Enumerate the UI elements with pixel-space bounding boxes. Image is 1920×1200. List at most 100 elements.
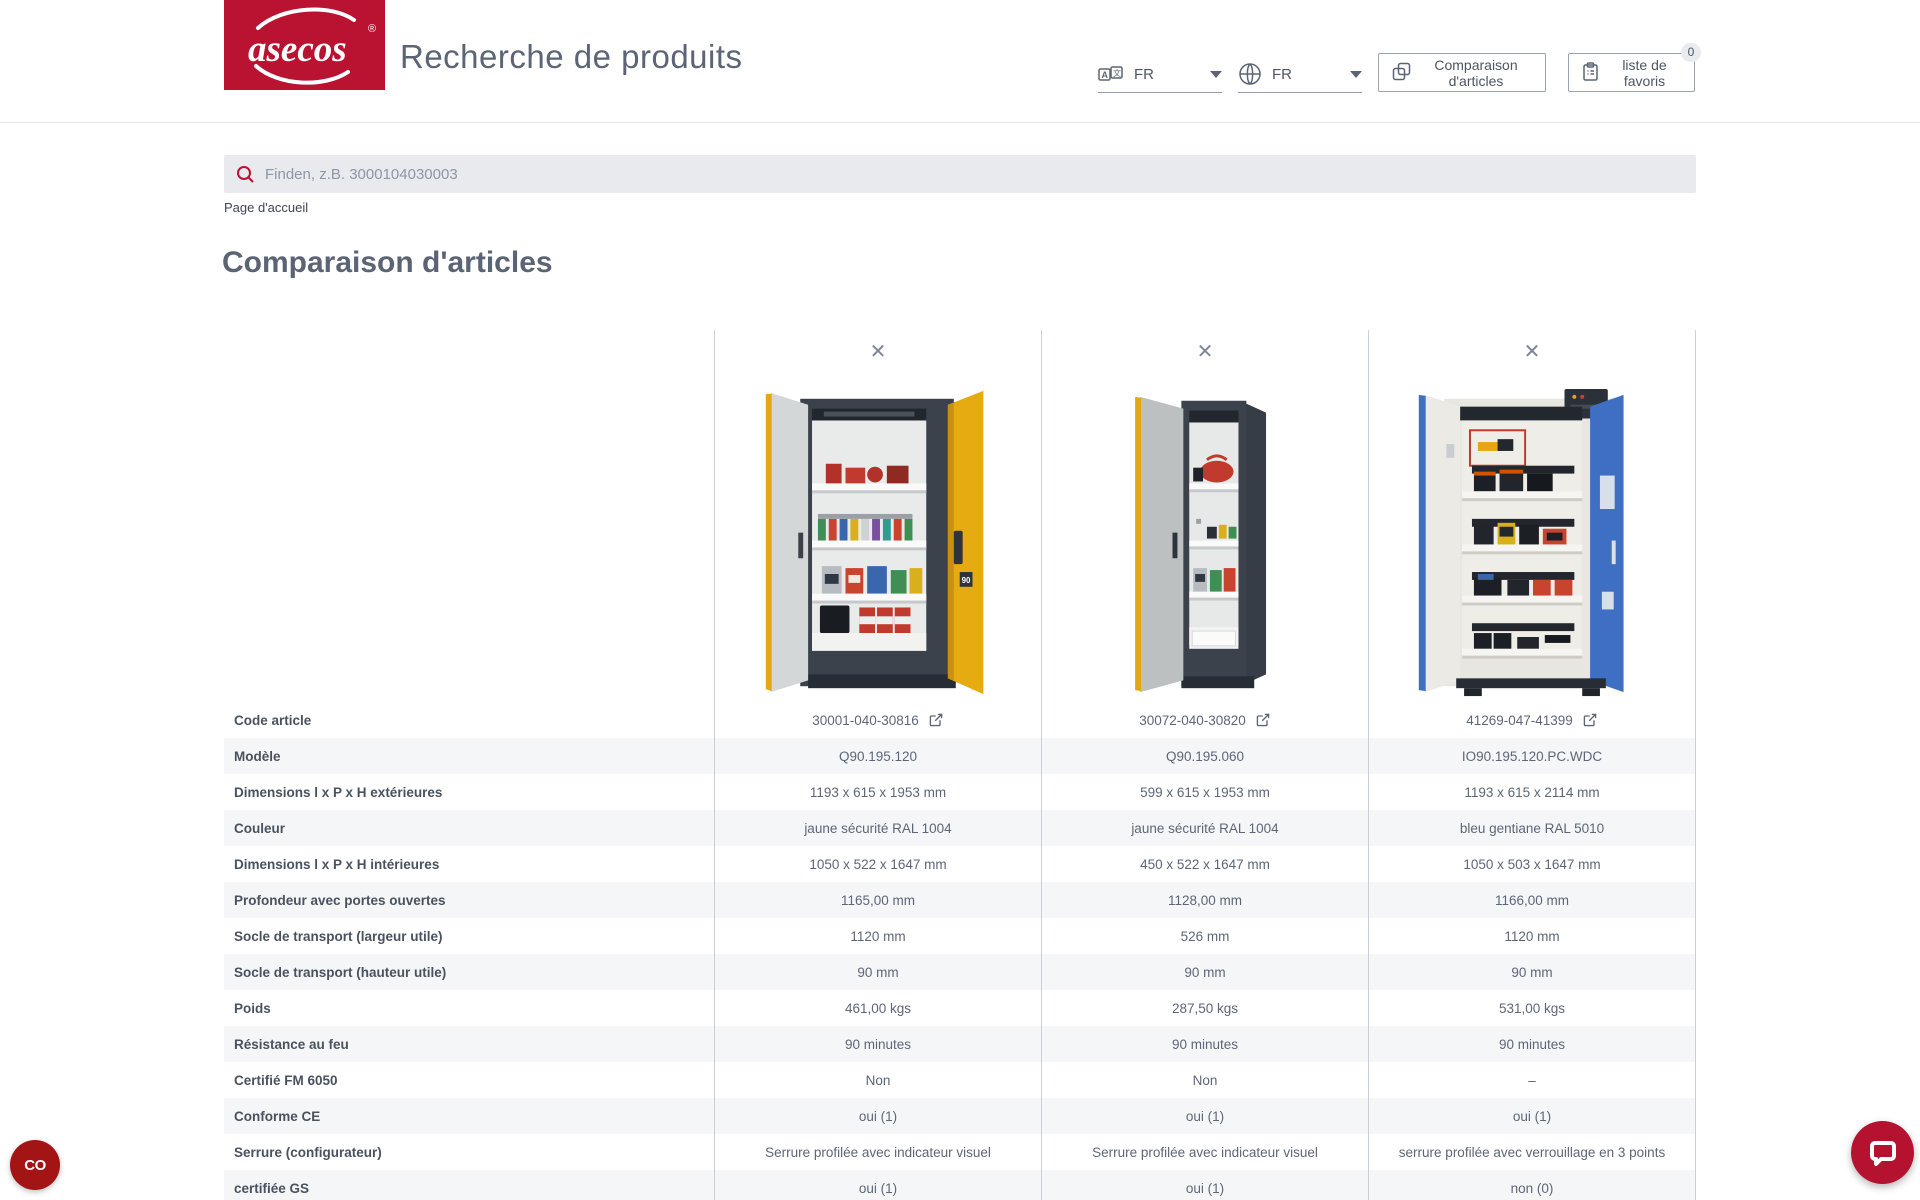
row-value: 1166,00 mm [1368, 882, 1696, 918]
cookie-widget-button[interactable]: CO [10, 1140, 60, 1190]
article-code-link[interactable]: 41269-047-41399 [1466, 712, 1598, 728]
table-row: certifiée GS oui (1) oui (1) non (0) [224, 1170, 1696, 1200]
favorites-button[interactable]: liste de favoris 0 [1568, 53, 1695, 92]
breadcrumb-home-link[interactable]: Page d'accueil [224, 200, 308, 215]
favorites-button-label: liste de favoris [1608, 57, 1681, 89]
row-label: Modèle [224, 738, 714, 774]
row-value: 1193 x 615 x 2114 mm [1368, 774, 1696, 810]
row-value: 1120 mm [714, 918, 1041, 954]
svg-text:A: A [1102, 70, 1109, 80]
row-value: oui (1) [714, 1170, 1041, 1200]
search-input[interactable] [265, 166, 1684, 183]
asecos-logo-graphic: asecos ® [224, 0, 385, 90]
row-value: 90 minutes [1041, 1026, 1368, 1062]
row-label: Socle de transport (hauteur utile) [224, 954, 714, 990]
row-label: Code article [224, 702, 714, 738]
table-row: Serrure (configurateur) Serrure profilée… [224, 1134, 1696, 1170]
favorites-count-badge: 0 [1681, 43, 1701, 62]
row-value: oui (1) [1041, 1098, 1368, 1134]
row-value: serrure profilée avec verrouillage en 3 … [1368, 1134, 1696, 1170]
row-value: Q90.195.060 [1041, 738, 1368, 774]
row-value: 90 mm [1041, 954, 1368, 990]
product-header-row: ✕ [224, 330, 1696, 702]
remove-product-3-button[interactable]: ✕ [1516, 338, 1549, 366]
row-value: 90 minutes [1368, 1026, 1696, 1062]
product-column-3: ✕ [1368, 330, 1696, 702]
compare-icon [1392, 62, 1411, 84]
table-row: Socle de transport (hauteur utile) 90 mm… [224, 954, 1696, 990]
row-value: 461,00 kgs [714, 990, 1041, 1026]
page-app-title: Recherche de produits [400, 38, 743, 76]
row-value: 1193 x 615 x 1953 mm [714, 774, 1041, 810]
chevron-down-icon [1210, 71, 1222, 78]
row-value: jaune sécurité RAL 1004 [714, 810, 1041, 846]
row-value: 450 x 522 x 1647 mm [1041, 846, 1368, 882]
region-selector[interactable]: FR [1238, 56, 1362, 93]
close-icon: ✕ [870, 341, 887, 363]
row-label: Conforme CE [224, 1098, 714, 1134]
external-link-icon [1255, 712, 1271, 728]
region-value: FR [1272, 66, 1292, 83]
article-code-link[interactable]: 30001-040-30816 [812, 712, 944, 728]
row-value: non (0) [1368, 1170, 1696, 1200]
table-row: Poids 461,00 kgs 287,50 kgs 531,00 kgs [224, 990, 1696, 1026]
row-value: 1050 x 503 x 1647 mm [1368, 846, 1696, 882]
compare-button-label: Comparaison d'articles [1420, 57, 1532, 89]
remove-product-2-button[interactable]: ✕ [1189, 338, 1222, 366]
globe-icon [1238, 62, 1262, 86]
row-value: 1128,00 mm [1041, 882, 1368, 918]
row-label: Serrure (configurateur) [224, 1134, 714, 1170]
compare-button[interactable]: Comparaison d'articles [1378, 53, 1546, 92]
comparison-empty-cell [224, 330, 714, 702]
row-value: Q90.195.120 [714, 738, 1041, 774]
comparison-table: ✕ [224, 330, 1696, 1200]
row-value: 41269-047-41399 [1368, 702, 1696, 738]
language-value: FR [1134, 66, 1154, 83]
row-value: Non [1041, 1062, 1368, 1098]
chat-icon [1868, 1138, 1898, 1168]
row-value: 90 mm [1368, 954, 1696, 990]
breadcrumb: Page d'accueil [224, 200, 308, 215]
translate-icon: A 文 [1098, 64, 1124, 84]
row-value: 526 mm [1041, 918, 1368, 954]
table-row: Certifié FM 6050 Non Non – [224, 1062, 1696, 1098]
row-value: 1165,00 mm [714, 882, 1041, 918]
row-value: bleu gentiane RAL 5010 [1368, 810, 1696, 846]
svg-text:文: 文 [1113, 68, 1121, 78]
row-value: 30072-040-30820 [1041, 702, 1368, 738]
row-value: jaune sécurité RAL 1004 [1041, 810, 1368, 846]
row-value: Serrure profilée avec indicateur visuel [714, 1134, 1041, 1170]
remove-product-1-button[interactable]: ✕ [862, 338, 895, 366]
row-label: certifiée GS [224, 1170, 714, 1200]
logo-registered-mark: ® [368, 23, 376, 35]
close-icon: ✕ [1524, 341, 1541, 363]
asecos-logo[interactable]: asecos ® [224, 0, 385, 90]
row-value: 287,50 kgs [1041, 990, 1368, 1026]
external-link-icon [1582, 712, 1598, 728]
row-value: oui (1) [714, 1098, 1041, 1134]
cookie-widget-label: CO [24, 1157, 46, 1174]
table-row: Dimensions l x P x H intérieures 1050 x … [224, 846, 1696, 882]
search-icon [236, 165, 255, 184]
row-label: Résistance au feu [224, 1026, 714, 1062]
row-value: oui (1) [1041, 1170, 1368, 1200]
row-value: 1120 mm [1368, 918, 1696, 954]
row-label: Profondeur avec portes ouvertes [224, 882, 714, 918]
chat-bubble-button[interactable] [1851, 1121, 1914, 1184]
clipboard-icon [1582, 62, 1599, 84]
row-label: Couleur [224, 810, 714, 846]
product-search-page: asecos ® Recherche de produits A 文 FR FR [0, 0, 1920, 1200]
table-row: Code article 30001-040-30816 30072-040-3… [224, 702, 1696, 738]
article-code-link[interactable]: 30072-040-30820 [1139, 712, 1271, 728]
header-divider [0, 122, 1920, 123]
external-link-icon [928, 712, 944, 728]
language-selector[interactable]: A 文 FR [1098, 56, 1222, 93]
table-row: Socle de transport (largeur utile) 1120 … [224, 918, 1696, 954]
row-value: oui (1) [1368, 1098, 1696, 1134]
search-bar [224, 155, 1696, 193]
product-image-yellow-cabinet: 90 [763, 385, 993, 700]
chevron-down-icon [1350, 71, 1362, 78]
table-row: Couleur jaune sécurité RAL 1004 jaune sé… [224, 810, 1696, 846]
table-row: Conforme CE oui (1) oui (1) oui (1) [224, 1098, 1696, 1134]
table-row: Profondeur avec portes ouvertes 1165,00 … [224, 882, 1696, 918]
